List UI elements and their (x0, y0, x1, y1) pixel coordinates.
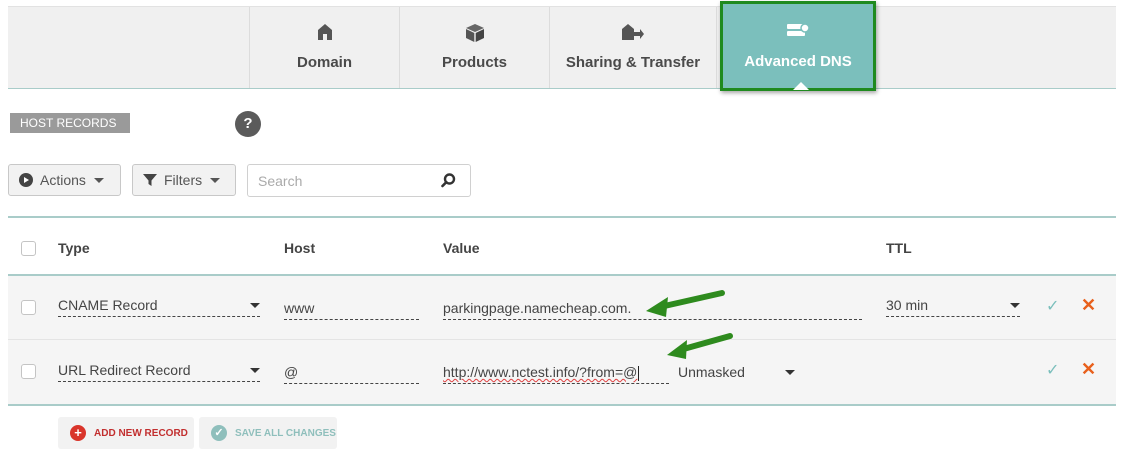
col-host-header: Host (284, 240, 316, 256)
search-box (247, 164, 471, 197)
select-all-checkbox[interactable] (21, 241, 36, 256)
filters-label: Filters (164, 172, 203, 188)
table-row: URL Redirect Record @ http://www.nctest.… (8, 340, 1116, 406)
top-nav: Domain Products Sharing & Transfer Advan… (8, 1, 1116, 91)
save-all-changes-button[interactable]: ✓ SAVE ALL CHANGES (199, 417, 337, 449)
tab-sharing-transfer[interactable]: Sharing & Transfer (549, 7, 717, 88)
active-tab-caret (793, 82, 809, 90)
table-row: CNAME Record www parkingpage.namecheap.c… (8, 276, 1116, 340)
actions-label: Actions (40, 172, 86, 188)
chevron-down-icon (93, 177, 104, 183)
tab-products[interactable]: Products (399, 7, 549, 88)
value-text: http://www.nctest.info/?from=@ (443, 364, 638, 380)
host-records-label: HOST RECORDS (10, 113, 131, 133)
chevron-down-icon (250, 368, 260, 373)
tab-domain[interactable]: Domain (249, 7, 399, 88)
check-icon[interactable]: ✓ (1046, 296, 1059, 316)
tab-domain-label: Domain (296, 54, 352, 71)
tab-sharing-label: Sharing & Transfer (565, 54, 701, 71)
actions-dropdown[interactable]: Actions (8, 164, 121, 196)
play-icon (19, 173, 33, 187)
home-transfer-icon (550, 23, 716, 45)
filter-icon (143, 173, 157, 187)
home-icon (250, 23, 399, 45)
host-field[interactable]: @ (284, 362, 419, 384)
close-icon[interactable]: ✕ (1081, 359, 1096, 380)
checkmark-icon: ✓ (211, 425, 227, 441)
box-icon (400, 23, 549, 45)
mask-select[interactable]: Unmasked (678, 362, 795, 384)
record-type-value: CNAME Record (58, 297, 158, 313)
chevron-down-icon (250, 303, 260, 308)
chevron-down-icon (210, 177, 221, 183)
help-button[interactable]: ? (235, 111, 261, 137)
search-icon[interactable] (441, 173, 456, 193)
ttl-select[interactable]: 30 min (886, 295, 1020, 317)
add-new-record-label: ADD NEW RECORD (94, 427, 188, 439)
server-icon (723, 22, 873, 44)
tab-advanced-dns[interactable]: Advanced DNS (720, 1, 876, 91)
annotation-arrow (667, 333, 733, 359)
save-all-changes-label: SAVE ALL CHANGES (235, 427, 336, 439)
tab-products-label: Products (441, 54, 507, 71)
record-type-value: URL Redirect Record (58, 362, 191, 378)
row-checkbox[interactable] (21, 364, 36, 379)
ttl-value: 30 min (886, 297, 929, 313)
record-type-select[interactable]: CNAME Record (58, 295, 260, 317)
filters-dropdown[interactable]: Filters (132, 164, 236, 196)
value-field[interactable]: http://www.nctest.info/?from=@ (443, 362, 669, 384)
mask-value: Unmasked (678, 364, 745, 380)
search-input[interactable] (256, 172, 440, 190)
tab-advanced-dns-label: Advanced DNS (744, 53, 852, 70)
chevron-down-icon (785, 370, 795, 375)
check-icon[interactable]: ✓ (1046, 360, 1059, 380)
record-type-select[interactable]: URL Redirect Record (58, 360, 260, 382)
col-type-header: Type (58, 240, 90, 256)
host-field[interactable]: www (284, 298, 419, 320)
close-icon[interactable]: ✕ (1081, 295, 1096, 316)
col-value-header: Value (443, 240, 480, 256)
row-checkbox[interactable] (21, 300, 36, 315)
table-header: Type Host Value TTL (8, 216, 1116, 276)
add-new-record-button[interactable]: + ADD NEW RECORD (58, 417, 194, 449)
chevron-down-icon (1010, 303, 1020, 308)
col-ttl-header: TTL (886, 240, 912, 256)
text-cursor (638, 365, 640, 381)
annotation-arrow (646, 290, 725, 317)
plus-icon: + (70, 425, 86, 441)
